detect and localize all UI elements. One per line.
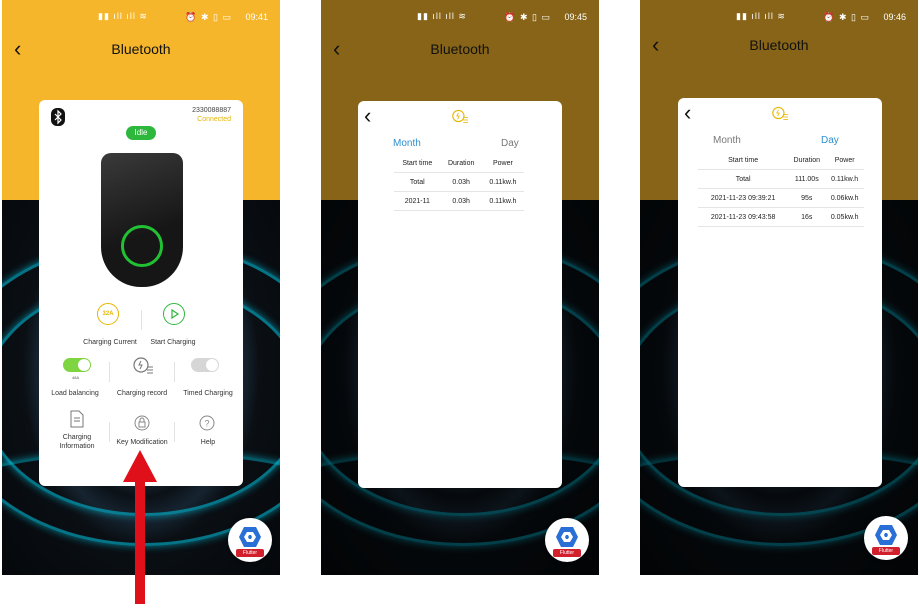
flutter-logo-icon (556, 527, 578, 547)
help-icon[interactable]: ? (199, 415, 215, 431)
status-time: 09:46 (883, 12, 906, 22)
flutter-badge: Flutter (545, 518, 589, 562)
start-charging-button[interactable] (163, 303, 185, 325)
record-dialog: ‹ Month Day Start time Duration Power To… (678, 98, 882, 487)
page-title: Bluetooth (749, 37, 809, 53)
status-time: 09:41 (245, 12, 268, 22)
flutter-logo-icon (239, 527, 261, 547)
status-icons: ⏰ ✱ ▯ ▭ (185, 12, 232, 22)
divider (109, 362, 110, 382)
status-badge: Idle (126, 126, 156, 140)
nav-bar: ‹ Bluetooth (2, 36, 280, 64)
device-id: 2330088887 (192, 107, 231, 114)
flutter-label: Flutter (872, 547, 900, 555)
signal-icon: ▮▮ ıll ıll ≋ (417, 11, 467, 21)
column-header: Start time (394, 154, 441, 173)
load-balancing-label: Load balancing (51, 390, 99, 397)
charging-record-icon[interactable] (132, 355, 154, 375)
play-icon (171, 308, 180, 320)
charging-record-icon (452, 109, 468, 123)
annotation-arrow (123, 450, 157, 604)
nav-bar: ‹ Bluetooth (321, 36, 599, 64)
charging-current-label: Charging Current (83, 339, 137, 346)
start-charging-label: Start Charging (150, 339, 196, 346)
column-header: Power (825, 151, 864, 170)
table-header-row: Start time Duration Power (698, 151, 864, 170)
dialog-back-button[interactable]: ‹ (684, 100, 691, 126)
flutter-badge: Flutter (864, 516, 908, 560)
page-title: Bluetooth (111, 41, 171, 57)
key-modification-label: Key Modification (116, 439, 168, 446)
charging-info-label-line1: Charging (62, 434, 92, 441)
flutter-badge: Flutter (228, 518, 272, 562)
status-time: 09:45 (564, 12, 587, 22)
table-row[interactable]: Total 0.03h 0.11kw.h (394, 172, 524, 192)
table-row[interactable]: 2021-11 0.03h 0.11kw.h (394, 191, 524, 211)
current-indicator[interactable]: 32A (97, 303, 119, 325)
charger-card: 2330088887 Connected Idle 32A Charging C… (39, 100, 243, 486)
help-label: Help (200, 439, 216, 446)
timed-charging-label: Timed Charging (183, 390, 233, 397)
status-icons: ⏰ ✱ ▯ ▭ (823, 12, 870, 22)
table-row[interactable]: Total 111.00s 0.11kw.h (698, 169, 864, 189)
screen-charging-record-month: ▮▮ ıll ıll ≋ ⏰ ✱ ▯ ▭ 09:45 ‹ Bluetooth ‹… (321, 0, 599, 575)
connection-status: Connected (197, 116, 231, 123)
table-header-row: Start time Duration Power (394, 154, 524, 173)
signal-icon: ▮▮ ıll ıll ≋ (736, 11, 786, 21)
status-icons: ⏰ ✱ ▯ ▭ (504, 12, 551, 22)
page-title: Bluetooth (430, 41, 490, 57)
column-header: Duration (788, 151, 826, 170)
nav-bar: ‹ Bluetooth (640, 32, 918, 60)
table-row[interactable]: 2021-11-23 09:43:58 16s 0.05kw.h (698, 207, 864, 227)
tab-day[interactable]: Day (821, 135, 839, 146)
screen-charging-record-day: ▮▮ ıll ıll ≋ ⏰ ✱ ▯ ▭ 09:46 ‹ Bluetooth ‹… (640, 0, 918, 575)
lock-icon[interactable] (134, 415, 150, 431)
tab-month[interactable]: Month (713, 135, 741, 146)
record-table: Start time Duration Power Total 0.03h 0.… (394, 154, 524, 211)
timed-charging-toggle[interactable] (191, 358, 219, 372)
divider (109, 422, 110, 442)
tab-month[interactable]: Month (393, 138, 421, 149)
load-balancing-value: 48A (72, 375, 80, 380)
divider (174, 422, 175, 442)
status-bar: ▮▮ ıll ıll ≋ ⏰ ✱ ▯ ▭ 09:46 (640, 0, 918, 36)
bluetooth-icon (51, 108, 65, 126)
record-dialog: ‹ Month Day Start time Duration Power To… (358, 101, 562, 488)
charging-info-label-line2: Information (59, 443, 95, 450)
status-bar: ▮▮ ıll ıll ≋ ⏰ ✱ ▯ ▭ 09:41 (2, 0, 280, 36)
divider (174, 362, 175, 382)
toggle-knob (78, 359, 90, 371)
toggle-knob (206, 359, 218, 371)
flutter-logo-icon (875, 525, 897, 545)
document-icon[interactable] (70, 410, 84, 428)
charger-illustration (101, 153, 183, 287)
load-balancing-toggle[interactable] (63, 358, 91, 372)
record-table: Start time Duration Power Total 111.00s … (698, 151, 864, 227)
charger-ring-icon (121, 225, 163, 267)
signal-icon: ▮▮ ıll ıll ≋ (98, 11, 148, 21)
current-value: 32A (102, 311, 114, 317)
flutter-label: Flutter (236, 549, 264, 557)
column-header: Duration (440, 154, 482, 173)
column-header: Power (481, 154, 524, 173)
svg-text:?: ? (204, 419, 209, 429)
dialog-back-button[interactable]: ‹ (364, 103, 371, 129)
column-header: Start time (698, 151, 789, 170)
divider (141, 310, 142, 330)
table-row[interactable]: 2021-11-23 09:39:21 95s 0.06kw.h (698, 188, 864, 208)
flutter-label: Flutter (553, 549, 581, 557)
tab-day[interactable]: Day (501, 138, 519, 149)
status-bar: ▮▮ ıll ıll ≋ ⏰ ✱ ▯ ▭ 09:45 (321, 0, 599, 36)
charging-record-label: Charging record (116, 390, 168, 397)
charging-record-icon (772, 106, 788, 120)
